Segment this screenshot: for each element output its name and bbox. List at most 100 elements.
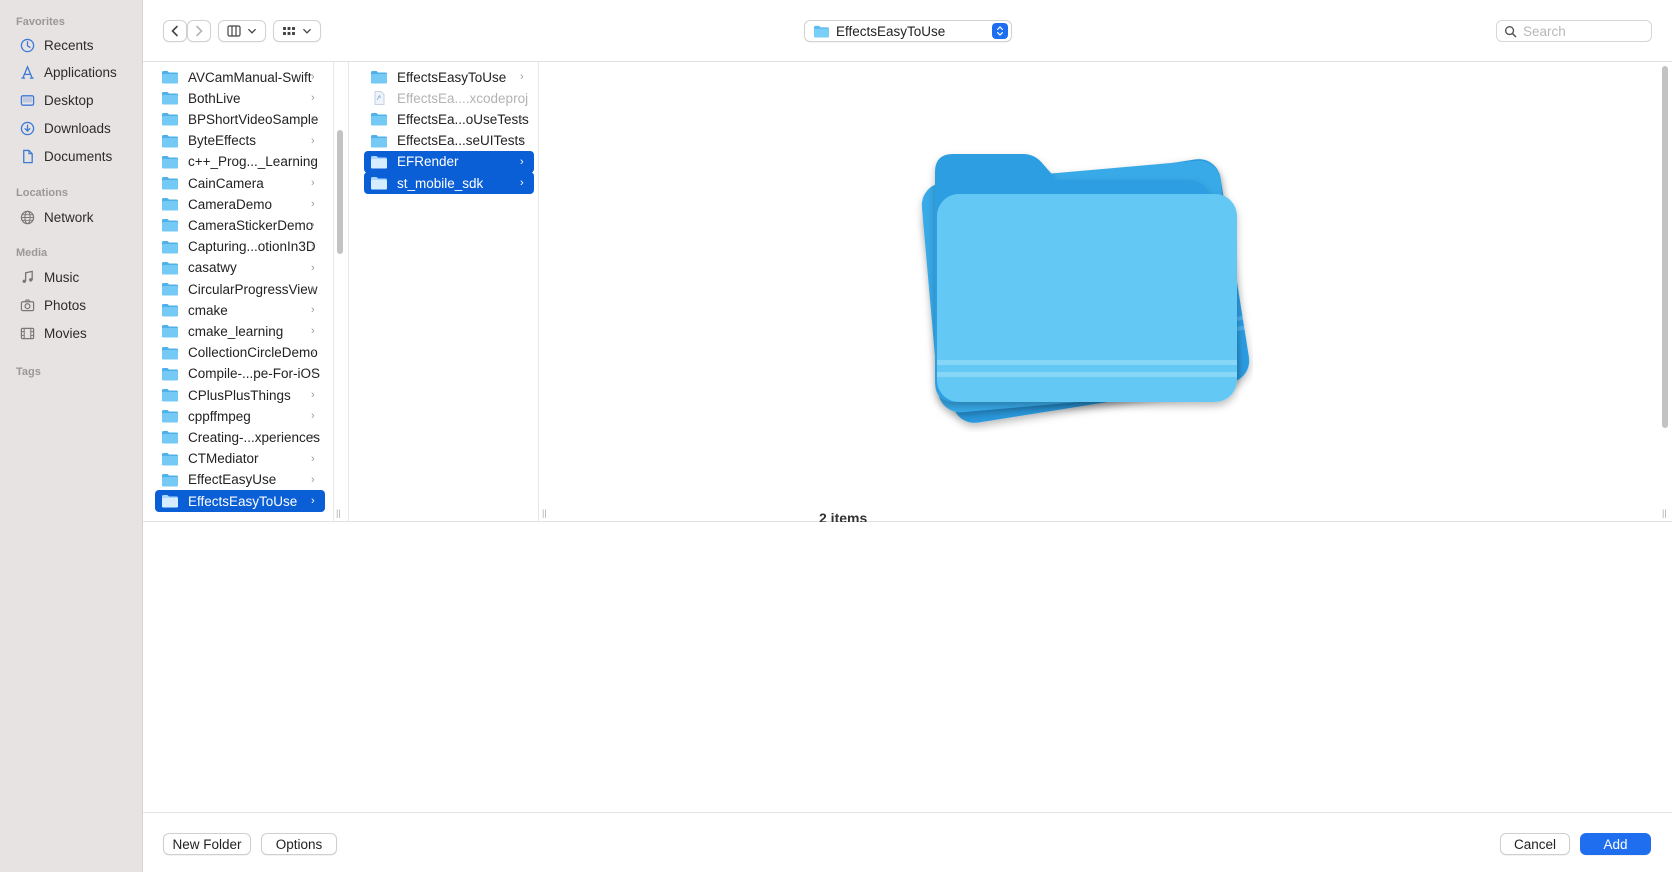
chevron-down-icon bbox=[303, 28, 311, 34]
sidebar-item-recents[interactable]: Recents bbox=[10, 32, 136, 58]
folder-icon bbox=[162, 92, 178, 105]
search-input[interactable] bbox=[1523, 23, 1643, 39]
column-scrollbar[interactable] bbox=[337, 130, 343, 254]
chevron-right-icon: › bbox=[311, 473, 315, 486]
list-item[interactable]: EffectEasyUse › bbox=[155, 469, 325, 491]
sidebar-item-downloads[interactable]: Downloads bbox=[10, 115, 136, 141]
location-popup[interactable]: EffectsEasyToUse bbox=[804, 20, 1012, 42]
column-resize-handle[interactable]: || bbox=[1662, 508, 1668, 518]
list-item[interactable]: EffectsEa...oUseTests › bbox=[364, 108, 534, 130]
chevron-right-icon: › bbox=[520, 177, 524, 189]
list-item[interactable]: st_mobile_sdk › bbox=[364, 172, 534, 194]
updown-chevron-icon bbox=[992, 23, 1008, 39]
folder-icon bbox=[162, 71, 178, 84]
list-item[interactable]: CainCamera › bbox=[155, 172, 325, 194]
search-icon bbox=[1504, 25, 1517, 37]
add-button[interactable]: Add bbox=[1580, 833, 1651, 855]
list-item-label: BPShortVideoSample bbox=[188, 111, 319, 127]
group-button[interactable] bbox=[273, 20, 321, 42]
chevron-right-icon: › bbox=[311, 325, 315, 338]
list-item[interactable]: casatwy › bbox=[155, 257, 325, 279]
list-item-label: EffectsEasyToUse bbox=[397, 69, 507, 85]
preview-pane: 2 items bbox=[553, 62, 1656, 522]
column-resize-handle[interactable]: || bbox=[336, 508, 342, 518]
folder-icon bbox=[162, 346, 178, 360]
chevron-right-icon: › bbox=[311, 113, 315, 126]
list-item[interactable]: Creating-...xperiences › bbox=[155, 426, 325, 448]
sidebar-item-network[interactable]: Network bbox=[10, 204, 136, 230]
sidebar-section-tags: Tags bbox=[16, 366, 41, 378]
list-item[interactable]: CollectionCircleDemo › bbox=[155, 342, 325, 364]
search-field[interactable] bbox=[1496, 20, 1652, 42]
list-item[interactable]: CTMediator › bbox=[155, 448, 325, 470]
cancel-button[interactable]: Cancel bbox=[1500, 833, 1570, 855]
list-item[interactable]: EffectsEa...seUITests › bbox=[364, 130, 534, 152]
location-label: EffectsEasyToUse bbox=[836, 23, 946, 39]
list-item-label: CainCamera bbox=[188, 175, 264, 191]
column-parent[interactable]: AVCamManual-Swift › BothLive › BPShortVideoS… bbox=[143, 62, 334, 522]
list-item-label: CircularProgressView bbox=[188, 281, 318, 297]
chevron-down-icon bbox=[248, 28, 256, 34]
list-item[interactable]: CPlusPlusThings › bbox=[155, 384, 325, 406]
sidebar-item-music[interactable]: Music bbox=[10, 264, 136, 290]
sidebar-item-desktop[interactable]: Desktop bbox=[10, 87, 136, 113]
list-item-label: EffectsEasyToUse bbox=[188, 493, 298, 509]
folder-icon bbox=[162, 113, 178, 126]
chevron-right-icon: › bbox=[311, 367, 315, 380]
folder-icon bbox=[162, 155, 178, 169]
options-button[interactable]: Options bbox=[261, 833, 337, 855]
list-item[interactable]: CameraStickerDemo › bbox=[155, 214, 325, 236]
list-item[interactable]: ByteEffects › bbox=[155, 130, 325, 152]
list-item-label: cmake_learning bbox=[188, 323, 284, 339]
list-item[interactable]: EffectsEa....xcodeproj bbox=[364, 87, 534, 109]
download-icon bbox=[16, 119, 38, 137]
list-item-label: EffectEasyUse bbox=[188, 472, 277, 488]
chevron-right-icon: › bbox=[311, 198, 315, 211]
sidebar-item-documents[interactable]: Documents bbox=[10, 143, 136, 169]
folder-icon bbox=[162, 283, 178, 296]
chevron-right-icon: › bbox=[311, 452, 315, 465]
new-folder-button[interactable]: New Folder bbox=[163, 833, 251, 855]
sidebar-item-label: Documents bbox=[44, 148, 113, 164]
folder-icon bbox=[162, 389, 178, 402]
sidebar-item-applications[interactable]: Applications bbox=[10, 59, 136, 85]
sidebar-section-locations: Locations bbox=[16, 187, 68, 199]
folder-icon bbox=[162, 177, 178, 190]
list-item[interactable]: cppffmpeg › bbox=[155, 405, 325, 427]
list-item[interactable]: BPShortVideoSample › bbox=[155, 108, 325, 130]
list-item-label: st_mobile_sdk bbox=[397, 175, 484, 191]
folder-icon bbox=[371, 177, 387, 190]
chevron-right-icon: › bbox=[311, 389, 315, 401]
preview-scrollbar[interactable] bbox=[1662, 66, 1668, 428]
list-item[interactable]: AVCamManual-Swift › bbox=[155, 66, 325, 88]
list-item-label: cmake bbox=[188, 302, 228, 318]
chevron-right-icon: › bbox=[311, 219, 315, 232]
column-resize-handle[interactable]: || bbox=[542, 508, 548, 518]
item-count: 2 items bbox=[819, 510, 868, 522]
list-item[interactable]: c++_Prog..._Learning › bbox=[155, 151, 325, 173]
sidebar: Favorites Recents Applications Desktop D… bbox=[0, 0, 143, 872]
list-item[interactable]: Capturing...otionIn3D › bbox=[155, 236, 325, 258]
view-mode-button[interactable] bbox=[218, 20, 266, 42]
list-item[interactable]: Compile-...pe-For-iOS › bbox=[155, 363, 325, 385]
list-item[interactable]: EFRender › bbox=[364, 150, 534, 173]
chevron-right-icon: › bbox=[311, 155, 315, 168]
back-button[interactable] bbox=[163, 20, 187, 42]
folder-icon bbox=[162, 219, 178, 232]
list-item[interactable]: EffectsEasyToUse › bbox=[364, 66, 534, 88]
sidebar-item-movies[interactable]: Movies bbox=[10, 320, 136, 346]
sidebar-item-label: Applications bbox=[44, 64, 117, 80]
list-item[interactable]: cmake › bbox=[155, 299, 325, 321]
list-item[interactable]: CameraDemo › bbox=[155, 193, 325, 215]
list-item[interactable]: BothLive › bbox=[155, 87, 325, 109]
folder-icon bbox=[162, 304, 178, 317]
forward-button[interactable] bbox=[187, 20, 211, 42]
list-item[interactable]: EffectsEasyToUse › bbox=[155, 490, 325, 512]
sidebar-item-photos[interactable]: Photos bbox=[10, 292, 136, 318]
folder-icon bbox=[371, 155, 387, 169]
list-item-label: cppffmpeg bbox=[188, 408, 251, 424]
column-current[interactable]: EffectsEasyToUse › EffectsEa....xcodeproj E… bbox=[348, 62, 539, 522]
list-item-label: CameraDemo bbox=[188, 196, 273, 212]
list-item[interactable]: cmake_learning › bbox=[155, 320, 325, 342]
list-item[interactable]: CircularProgressView › bbox=[155, 278, 325, 300]
